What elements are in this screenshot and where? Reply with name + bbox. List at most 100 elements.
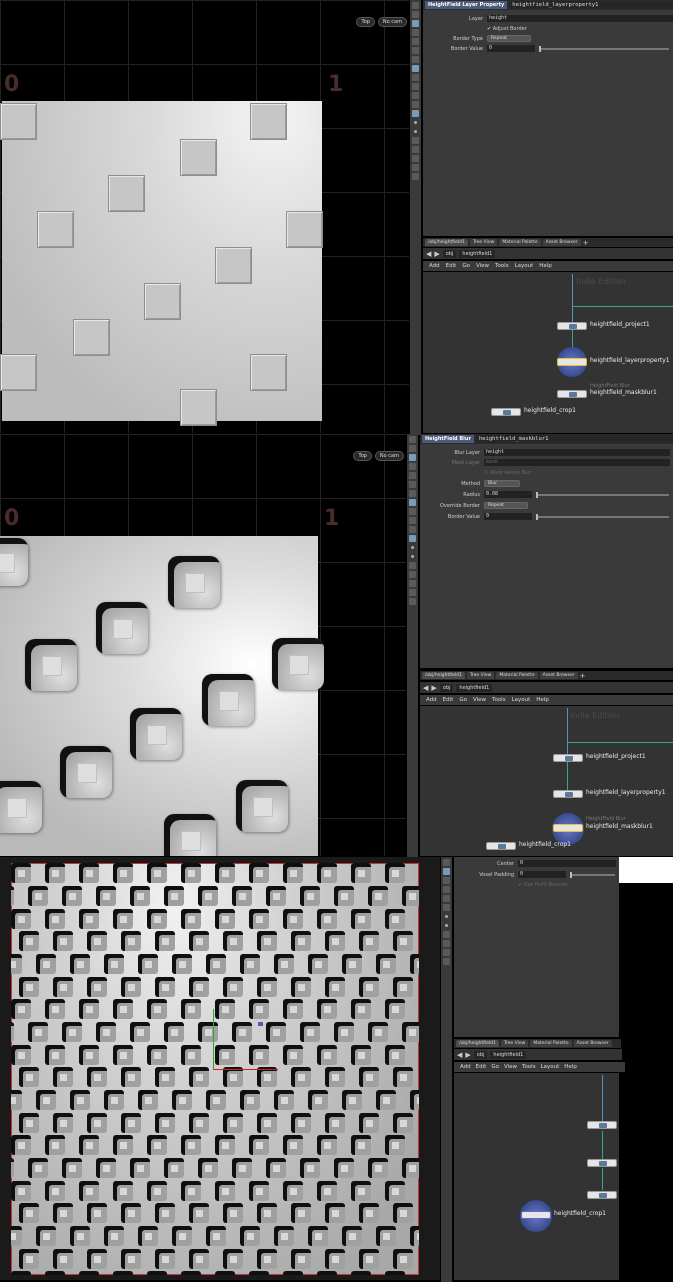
light-icon[interactable]: [443, 904, 450, 911]
menu-help[interactable]: Help: [536, 697, 549, 703]
render-icon[interactable]: [409, 571, 416, 578]
mask-layer-field[interactable]: mask: [484, 459, 670, 466]
node-project[interactable]: [557, 322, 587, 330]
forward-arrow-icon[interactable]: ▶: [465, 1051, 470, 1059]
border-value-slider[interactable]: [536, 513, 669, 520]
tab-asset-browser[interactable]: Asset Browser: [573, 1040, 612, 1047]
forward-arrow-icon[interactable]: ▶: [431, 684, 436, 692]
tab-asset-browser[interactable]: Asset Browser: [539, 672, 578, 679]
lock-icon[interactable]: [409, 463, 416, 470]
brush-icon[interactable]: [409, 562, 416, 569]
node-name-field[interactable]: heightfield_layerproperty1: [509, 1, 673, 9]
points-icon[interactable]: [409, 535, 416, 542]
hand-icon[interactable]: [412, 164, 419, 171]
center-field[interactable]: 0: [518, 860, 616, 867]
back-arrow-icon[interactable]: ◀: [426, 250, 431, 258]
brush-icon[interactable]: [412, 137, 419, 144]
node-maskblur[interactable]: [557, 390, 587, 398]
measure-icon[interactable]: [412, 173, 419, 180]
border-value-field[interactable]: 0: [484, 513, 532, 520]
node-layerproperty[interactable]: [587, 1159, 617, 1167]
snap-icon[interactable]: [443, 895, 450, 902]
path-node[interactable]: heightfield1: [490, 1050, 527, 1059]
shaded-icon[interactable]: [412, 65, 419, 72]
node-maskblur[interactable]: [587, 1191, 617, 1199]
path-obj[interactable]: obj: [473, 1050, 488, 1059]
add-tab-icon[interactable]: +: [583, 239, 589, 247]
node-layerproperty[interactable]: [557, 358, 587, 366]
network-editor-2[interactable]: Indie Edition heightfield_project1 heigh…: [420, 706, 673, 856]
border-value-field[interactable]: 0: [487, 45, 535, 52]
viewport-3[interactable]: [0, 857, 440, 1280]
wire-icon[interactable]: [412, 56, 419, 63]
menu-add[interactable]: Add: [460, 1064, 471, 1070]
adjust-border-checkbox[interactable]: ✔ Adjust Border: [487, 26, 527, 32]
path-node[interactable]: heightfield1: [459, 249, 496, 258]
menu-add[interactable]: Add: [429, 263, 440, 269]
help-icon[interactable]: [409, 445, 416, 452]
path-obj[interactable]: obj: [442, 249, 457, 258]
grid-icon[interactable]: [412, 83, 419, 90]
menu-edit[interactable]: Edit: [446, 263, 457, 269]
camera-icon[interactable]: [409, 472, 416, 479]
node-crop[interactable]: [521, 1211, 551, 1219]
y-axis-handle[interactable]: [213, 1009, 214, 1069]
render-icon[interactable]: [443, 940, 450, 947]
add-tab-icon[interactable]: +: [580, 672, 586, 680]
path-obj[interactable]: obj: [439, 683, 454, 692]
menu-tools[interactable]: Tools: [522, 1064, 536, 1070]
light-icon[interactable]: [409, 508, 416, 515]
shaded-icon[interactable]: [409, 499, 416, 506]
tab-asset-browser[interactable]: Asset Browser: [542, 239, 581, 246]
menu-layout[interactable]: Layout: [541, 1064, 560, 1070]
menu-go[interactable]: Go: [459, 697, 467, 703]
node-project[interactable]: [587, 1121, 617, 1129]
help-icon[interactable]: [412, 11, 419, 18]
radius-field[interactable]: 0.08: [484, 491, 532, 498]
camera-icon[interactable]: [412, 38, 419, 45]
tab-tree-view[interactable]: Tree View: [500, 1040, 529, 1047]
tab-material-palette[interactable]: Material Palette: [530, 1040, 572, 1047]
display-options-icon[interactable]: [412, 2, 419, 9]
back-arrow-icon[interactable]: ◀: [423, 684, 428, 692]
override-border-dropdown[interactable]: Repeat: [484, 502, 528, 509]
x-axis-handle[interactable]: [213, 1069, 278, 1070]
node-name-field[interactable]: heightfield_maskblur1: [475, 435, 673, 443]
tab-tree-view[interactable]: Tree View: [469, 239, 498, 246]
brush-icon[interactable]: [443, 931, 450, 938]
use-point-bounds-checkbox[interactable]: ✔ Use Point Bounds: [518, 882, 567, 888]
measure-icon[interactable]: [443, 958, 450, 965]
flipbook-icon[interactable]: [412, 155, 419, 162]
display-options-icon[interactable]: [443, 859, 450, 866]
tab-material-palette[interactable]: Material Palette: [496, 672, 538, 679]
viewport-1[interactable]: Top No cam 0 1: [0, 0, 409, 433]
ghost-icon[interactable]: [409, 526, 416, 533]
move-handle-icon[interactable]: [258, 1022, 263, 1026]
display-options-icon[interactable]: [409, 436, 416, 443]
method-dropdown[interactable]: Blur: [484, 480, 520, 487]
menu-edit[interactable]: Edit: [443, 697, 454, 703]
menu-add[interactable]: Add: [426, 697, 437, 703]
node-layerproperty[interactable]: [553, 790, 583, 798]
snap-icon[interactable]: [412, 47, 419, 54]
menu-tools[interactable]: Tools: [495, 263, 509, 269]
radius-slider[interactable]: [536, 491, 669, 498]
camera-menu-button[interactable]: No cam: [377, 17, 407, 27]
select-icon[interactable]: [412, 20, 419, 27]
node-maskblur[interactable]: [553, 824, 583, 832]
menu-go[interactable]: Go: [462, 263, 470, 269]
tab-network[interactable]: /obj/heightfield1: [425, 239, 468, 246]
menu-edit[interactable]: Edit: [476, 1064, 487, 1070]
select-icon[interactable]: [409, 454, 416, 461]
lock-icon[interactable]: [443, 877, 450, 884]
menu-view[interactable]: View: [476, 263, 489, 269]
view-menu-button[interactable]: Top: [356, 17, 375, 27]
back-arrow-icon[interactable]: ◀: [457, 1051, 462, 1059]
menu-layout[interactable]: Layout: [515, 263, 534, 269]
normals-icon[interactable]: [412, 101, 419, 108]
menu-help[interactable]: Help: [564, 1064, 577, 1070]
node-project[interactable]: [553, 754, 583, 762]
menu-help[interactable]: Help: [539, 263, 552, 269]
node-crop[interactable]: [491, 408, 521, 416]
tab-tree-view[interactable]: Tree View: [466, 672, 495, 679]
